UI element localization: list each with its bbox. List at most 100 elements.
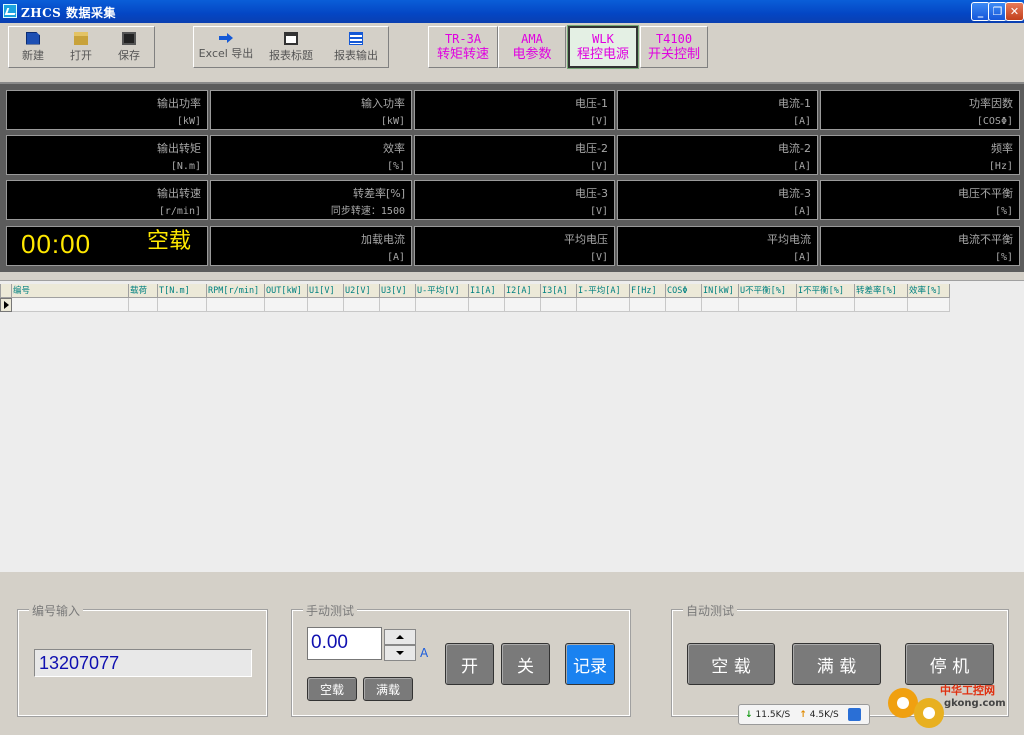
output-torque-cell: 输出转矩 [N.m] <box>6 135 208 175</box>
report-output-icon <box>349 31 363 45</box>
watermark-logo: 中华工控网 gkong.com <box>888 680 1020 730</box>
load-mode-label: 空载 <box>146 229 191 254</box>
close-button[interactable]: ✕ <box>1005 2 1024 21</box>
grid-header-cell[interactable]: OUT[kW] <box>265 284 308 298</box>
excel-export-button[interactable]: Excel 导出 <box>194 27 258 67</box>
export-arrow-icon <box>219 33 233 43</box>
new-file-icon <box>26 31 40 45</box>
timer-mode-cell: 00:00 空载 <box>6 226 208 266</box>
voltage-1-cell: 电压-1 [V] <box>414 90 615 130</box>
grid-header-cell[interactable]: COSΦ <box>666 284 702 298</box>
report-toolbar-group: Excel 导出 报表标题 报表输出 <box>193 26 389 68</box>
measurement-panel: 输出功率 [kW] 输入功率 [kW] 电压-1 [V] 电流-1 [A] 功率因数 [C… <box>0 82 1024 272</box>
output-speed-cell: 输出转速 [r/min] <box>6 180 208 220</box>
grid-header-cell[interactable]: 转差率[%] <box>855 284 908 298</box>
grid-header: 编号 载荷 T[N.m] RPM[r/min] OUT[kW] U1[V] U2… <box>0 284 950 298</box>
test-timer: 00:00 <box>21 229 92 259</box>
current-unbalance-cell: 电流不平衡 [%] <box>820 226 1020 266</box>
id-input-group: 编号输入 13207077 <box>17 602 268 717</box>
toolbar: 新建 打开 保存 Excel 导出 报表标题 报表输出 TR-3A 转矩转速 A… <box>0 23 1024 72</box>
grid-header-cell[interactable]: U-平均[V] <box>416 284 469 298</box>
download-speed: 11.5K/S <box>755 709 791 720</box>
current-3-cell: 电流-3 [A] <box>617 180 818 220</box>
spin-down-button[interactable] <box>384 645 416 661</box>
row-selector-arrow-icon[interactable] <box>0 298 12 312</box>
grid-header-cell[interactable]: I不平衡[%] <box>797 284 855 298</box>
grid-header-cell[interactable]: U2[V] <box>344 284 380 298</box>
data-grid[interactable]: 编号 载荷 T[N.m] RPM[r/min] OUT[kW] U1[V] U2… <box>0 280 1024 572</box>
manual-full-load-button[interactable]: 满载 <box>363 677 413 701</box>
average-voltage-cell: 平均电压 [V] <box>414 226 615 266</box>
grid-header-cell[interactable]: IN[kW] <box>702 284 739 298</box>
voltage-3-cell: 电压-3 [V] <box>414 180 615 220</box>
module-wlk-button[interactable]: WLK 程控电源 <box>567 25 639 69</box>
table-row[interactable] <box>0 298 950 312</box>
voltage-2-cell: 电压-2 [V] <box>414 135 615 175</box>
grid-header-cell[interactable]: I3[A] <box>541 284 577 298</box>
chevron-down-icon <box>396 651 404 655</box>
report-output-button[interactable]: 报表输出 <box>324 27 388 67</box>
grid-header-cell[interactable]: 编号 <box>12 284 129 298</box>
app-icon <box>3 4 17 18</box>
module-t4100-button[interactable]: T4100 开关控制 <box>640 26 708 68</box>
serial-number-input[interactable]: 13207077 <box>34 649 252 677</box>
auto-test-legend: 自动测试 <box>683 602 738 619</box>
grid-header-cell[interactable]: U1[V] <box>308 284 344 298</box>
module-ama-button[interactable]: AMA 电参数 <box>498 26 566 68</box>
current-2-cell: 电流-2 [A] <box>617 135 818 175</box>
new-button[interactable]: 新建 <box>9 27 57 67</box>
gear-icon <box>914 698 944 728</box>
control-area: 编号输入 13207077 手动测试 0.00 A 空载 满载 开 关 记录 自… <box>0 572 1024 735</box>
title-bar: ZHCS 数据采集 _ ❐ ✕ <box>0 0 1024 23</box>
average-current-cell: 平均电流 [A] <box>617 226 818 266</box>
grid-header-cell[interactable]: I-平均[A] <box>577 284 630 298</box>
manual-test-legend: 手动测试 <box>303 602 358 619</box>
chevron-up-icon <box>396 635 404 639</box>
stop-button[interactable]: 停 机 <box>905 643 994 685</box>
load-current-cell: 加载电流 [A] <box>210 226 412 266</box>
power-factor-cell: 功率因数 [COSΦ] <box>820 90 1020 130</box>
grid-header-cell[interactable]: T[N.m] <box>158 284 207 298</box>
current-setpoint-input[interactable]: 0.00 <box>307 627 382 660</box>
record-button[interactable]: 记录 <box>565 643 615 685</box>
auto-no-load-button[interactable]: 空 载 <box>687 643 775 685</box>
open-button[interactable]: 打开 <box>57 27 105 67</box>
grid-header-cell[interactable]: U不平衡[%] <box>739 284 797 298</box>
current-1-cell: 电流-1 [A] <box>617 90 818 130</box>
report-header-icon <box>284 31 298 45</box>
manual-no-load-button[interactable]: 空载 <box>307 677 357 701</box>
voltage-unbalance-cell: 电压不平衡 [%] <box>820 180 1020 220</box>
auto-full-load-button[interactable]: 满 载 <box>792 643 881 685</box>
open-folder-icon <box>74 31 88 45</box>
grid-header-cell[interactable]: F[Hz] <box>630 284 666 298</box>
grid-header-cell[interactable]: U3[V] <box>380 284 416 298</box>
id-input-legend: 编号输入 <box>29 602 84 619</box>
grid-header-cell[interactable]: I2[A] <box>505 284 541 298</box>
power-off-button[interactable]: 关 <box>501 643 550 685</box>
power-on-button[interactable]: 开 <box>445 643 494 685</box>
save-disk-icon <box>122 31 136 45</box>
output-power-cell: 输出功率 [kW] <box>6 90 208 130</box>
spin-up-button[interactable] <box>384 629 416 645</box>
grid-header-cell[interactable]: RPM[r/min] <box>207 284 265 298</box>
slip-rate-cell: 转差率[%] 同步转速：1500 <box>210 180 412 220</box>
report-title-button[interactable]: 报表标题 <box>258 27 324 67</box>
frequency-cell: 频率 [Hz] <box>820 135 1020 175</box>
network-speed-widget: ↓ 11.5K/S ↑ 4.5K/S <box>738 704 870 725</box>
grid-header-cell[interactable]: 载荷 <box>129 284 158 298</box>
grid-header-cell[interactable]: I1[A] <box>469 284 505 298</box>
upload-arrow-icon: ↑ <box>799 709 807 720</box>
module-tr3a-button[interactable]: TR-3A 转矩转速 <box>428 26 498 68</box>
save-button[interactable]: 保存 <box>105 27 153 67</box>
efficiency-cell: 效率 [%] <box>210 135 412 175</box>
file-toolbar-group: 新建 打开 保存 <box>8 26 155 68</box>
download-arrow-icon: ↓ <box>745 709 753 720</box>
current-unit-label: A <box>420 646 429 660</box>
window-title: ZHCS 数据采集 <box>21 6 116 20</box>
grid-header-cell[interactable]: 效率[%] <box>908 284 950 298</box>
network-monitor-icon[interactable] <box>847 708 861 721</box>
upload-speed: 4.5K/S <box>809 709 839 720</box>
grid-corner <box>0 284 12 298</box>
input-power-cell: 输入功率 [kW] <box>210 90 412 130</box>
manual-test-group: 手动测试 0.00 A 空载 满载 开 关 记录 <box>291 602 631 717</box>
